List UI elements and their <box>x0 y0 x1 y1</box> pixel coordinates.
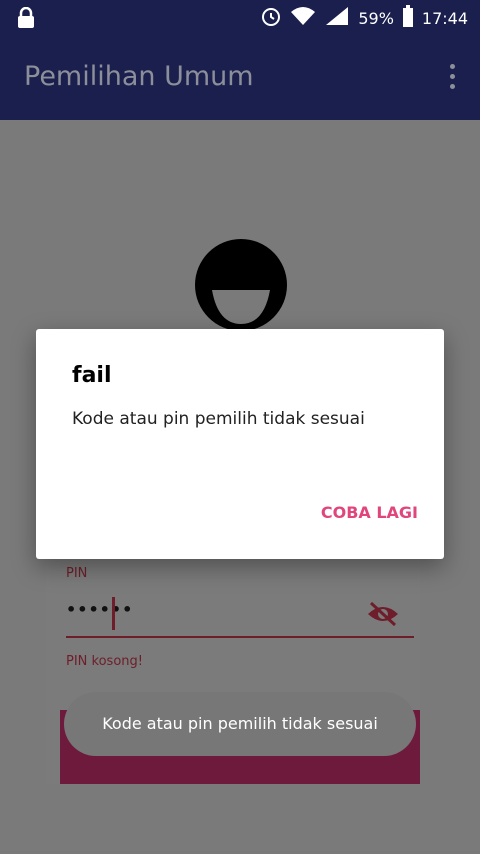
signal-icon <box>324 5 350 31</box>
app-title: Pemilihan Umum <box>24 61 254 92</box>
pin-input[interactable]: •••••• <box>66 600 133 619</box>
dialog-title: fail <box>72 363 112 388</box>
overflow-menu-icon[interactable] <box>446 64 458 92</box>
battery-percent: 59% <box>358 8 394 28</box>
pin-error-text: PIN kosong! <box>66 654 143 669</box>
eye-off-icon[interactable] <box>366 600 400 628</box>
status-icons: 59% 17:44 <box>260 0 468 36</box>
wifi-icon <box>290 6 316 30</box>
lock-icon <box>16 6 36 33</box>
battery-icon <box>402 5 414 31</box>
dialog-message: Kode atau pin pemilih tidak sesuai <box>72 409 365 429</box>
text-cursor <box>112 597 115 630</box>
alarm-icon <box>260 5 282 31</box>
clock-time: 17:44 <box>421 8 468 28</box>
retry-button[interactable]: COBA LAGI <box>321 503 418 522</box>
pin-underline <box>66 636 414 638</box>
alert-dialog: fail Kode atau pin pemilih tidak sesuai … <box>36 329 444 559</box>
pin-label: PIN <box>66 566 88 581</box>
status-bar: 59% 17:44 <box>0 0 480 36</box>
smiley-icon <box>194 238 288 332</box>
toast-message: Kode atau pin pemilih tidak sesuai <box>64 692 416 756</box>
app-bar: Pemilihan Umum <box>0 36 480 120</box>
